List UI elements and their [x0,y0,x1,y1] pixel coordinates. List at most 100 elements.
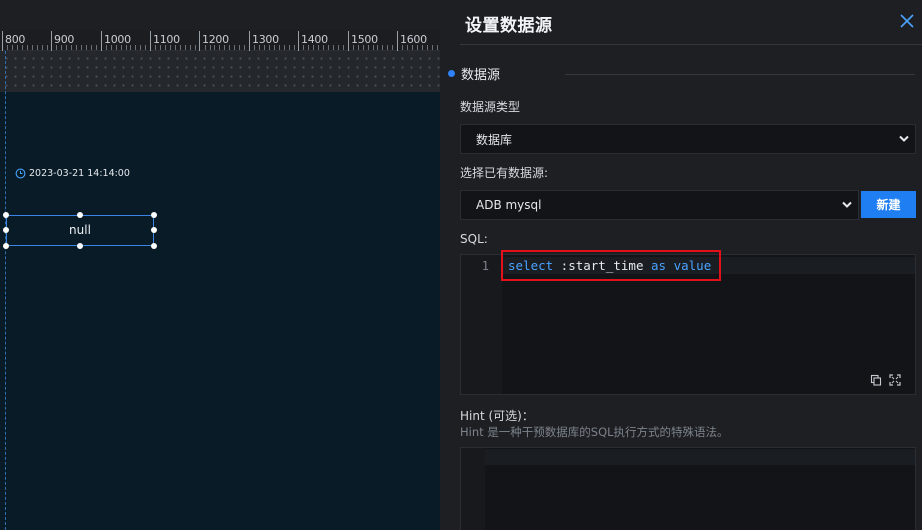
editor-gutter: 1 [461,255,502,394]
ruler-major-tick [348,31,349,51]
ruler-minor-tick [318,45,320,50]
ruler-minor-tick [283,45,285,50]
datasource-type-label: 数据源类型 [460,100,521,114]
ruler-minor-tick [219,45,221,50]
ruler-minor-tick [86,45,87,50]
ruler-minor-tick [407,45,409,50]
ruler-minor-tick [165,45,166,50]
hint-description: Hint 是一种干预数据库的SQL执行方式的特殊语法。 [460,425,729,439]
section-dot-icon [448,70,455,77]
title-divider [460,44,922,45]
ruler-minor-tick [402,45,404,50]
sql-code-editor[interactable]: 1 select :start_time as value [460,254,916,395]
ruler-minor-tick [352,45,354,50]
resize-handle-top-right[interactable] [151,212,157,218]
ruler-minor-tick [189,45,191,50]
ruler-minor-tick [323,45,325,50]
ruler-minor-tick [179,45,181,50]
canvas-dotted-band [0,51,440,92]
canvas-area[interactable]: 800 900 1000 1100 1200 1300 1400 1500 16… [0,0,440,530]
fullscreen-icon[interactable] [889,374,901,386]
ruler-major-tick [397,31,398,51]
section-header: 数据源 [448,64,500,83]
copy-icon[interactable] [870,374,882,386]
ruler-minor-tick [140,45,142,50]
resize-handle-right[interactable] [151,227,157,233]
hint-code-editor[interactable] [460,447,916,530]
panel-title: 设置数据源 [465,16,553,36]
ruler-major-tick [298,31,299,51]
ruler-minor-tick [342,45,344,50]
ruler-minor-tick [56,45,58,50]
ruler-minor-tick [115,45,117,50]
ruler-minor-tick [263,45,265,50]
resize-handle-left[interactable] [3,227,9,233]
chevron-down-icon [899,135,909,142]
section-divider [565,74,915,75]
resize-handle-bottom[interactable] [77,243,83,249]
ruler-minor-tick [16,45,18,50]
widget-value: null [69,223,91,237]
ruler-minor-tick [421,45,423,50]
ruler-minor-tick [71,45,73,50]
close-icon[interactable] [900,14,914,28]
existing-datasource-select[interactable]: ADB mysql [460,190,859,220]
ruler-minor-tick [293,45,295,50]
ruler-minor-tick [273,45,275,50]
ruler-minor-tick [66,45,68,50]
ruler-minor-tick [125,45,127,50]
ruler-minor-tick [431,45,433,50]
timestamp-widget[interactable]: 2023-03-21 14:14:00 [15,167,130,180]
hint-label: Hint (可选)： [460,409,534,423]
resize-handle-top-left[interactable] [3,212,9,218]
ruler-minor-tick [268,45,270,50]
line-number: 1 [481,259,489,273]
ruler-minor-tick [387,45,389,50]
ruler-minor-tick [239,45,241,50]
ruler-minor-tick [61,45,63,50]
resize-handle-bottom-left[interactable] [3,243,9,249]
resize-handle-bottom-right[interactable] [151,243,157,249]
ruler-minor-tick [288,45,290,50]
ruler-minor-tick [333,45,334,50]
alignment-guide-line [5,51,6,530]
ruler-minor-tick [377,45,379,50]
ruler-minor-tick [26,45,28,50]
resize-handle-top[interactable] [77,212,83,218]
ruler-label: 1000 [104,33,131,46]
ruler-minor-tick [120,45,122,50]
selected-text-widget[interactable]: null [6,215,154,246]
timestamp-text: 2023-03-21 14:14:00 [29,168,130,179]
ruler-major-tick [2,31,3,51]
ruler-minor-tick [417,45,418,50]
sql-label: SQL: [460,232,488,246]
new-datasource-button[interactable]: 新建 [861,191,916,218]
ruler-minor-tick [436,45,438,50]
ruler-minor-tick [110,45,112,50]
ruler-minor-tick [46,45,48,50]
ruler-minor-tick [170,45,171,50]
ruler-minor-tick [234,45,236,50]
ruler-minor-tick [278,45,280,50]
ruler-minor-tick [76,45,78,50]
ruler-minor-tick [367,45,369,50]
datasource-type-select[interactable]: 数据库 [460,124,916,154]
ruler-minor-tick [204,45,206,50]
ruler-minor-tick [303,45,305,50]
ruler-label: 1500 [351,33,378,46]
ruler-minor-tick [313,45,315,50]
ruler-minor-tick [155,45,157,50]
ruler-major-tick [199,31,200,51]
clock-icon [15,168,26,179]
sql-keyword: as [651,258,667,273]
sql-code-line[interactable]: select :start_time as value [508,258,711,273]
ruler-minor-tick [209,45,211,50]
sql-keyword: select [508,258,554,273]
ruler-minor-tick [95,45,97,50]
ruler-label: 1300 [252,33,279,46]
hint-active-line [485,449,915,465]
ruler-minor-tick [214,45,216,50]
ruler-minor-tick [194,45,196,50]
ruler-minor-tick [174,45,176,50]
sql-space [666,258,674,273]
